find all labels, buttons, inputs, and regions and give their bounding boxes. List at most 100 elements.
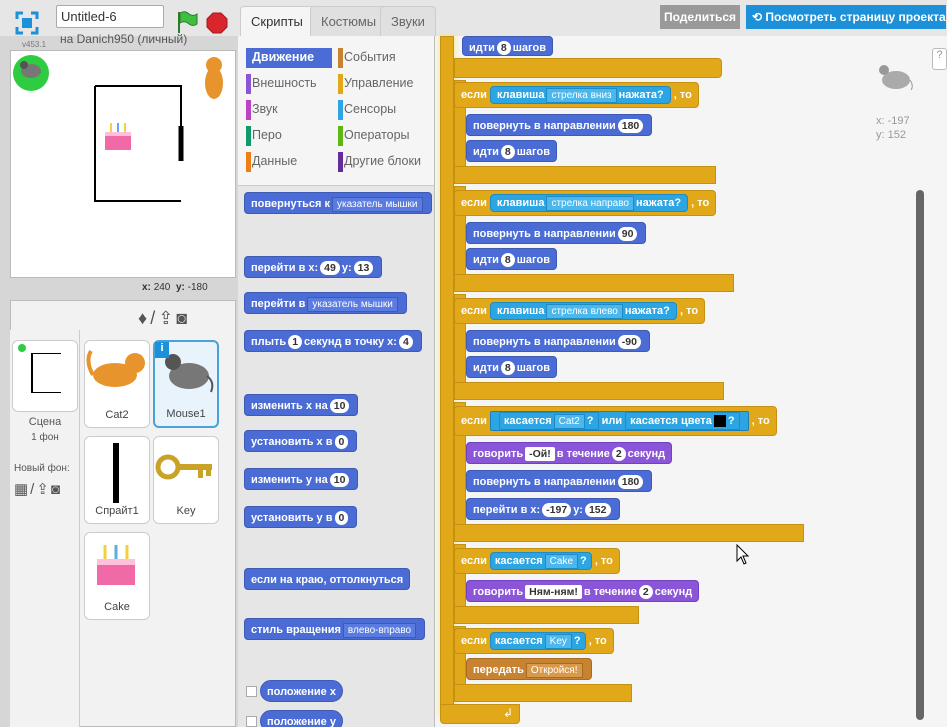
fullscreen-icon[interactable] [14,10,40,36]
input[interactable]: 8 [500,145,515,159]
stage[interactable] [10,50,236,278]
category-control[interactable]: Управление [338,74,428,94]
upload-icon[interactable]: ⇪ [158,308,176,328]
touching-cat2[interactable]: касается Cat2? [498,412,599,430]
script-stack[interactable]: идти 8 шагов если клавиша стрелка вниз нажат… [440,36,804,727]
input-text[interactable]: -Ой! [525,447,555,461]
category-data[interactable]: Данные [246,152,332,172]
input[interactable]: 10 [329,473,350,487]
dropdown[interactable]: указатель мышки [331,197,423,212]
palette-goto-xy[interactable]: перейти в x: 49 y: 13 [244,256,383,278]
if-touching-cat-or-color[interactable]: если касается Cat2? или касается цвета? ,… [454,406,777,436]
palette-turn-towards[interactable]: повернуться к указатель мышки [244,192,432,214]
dropdown[interactable]: стрелка влево [546,304,623,319]
tab-costumes[interactable]: Костюмы [310,6,388,36]
if-touching-cake[interactable]: если касается Cake? , то [454,548,620,574]
block-point-minus-90[interactable]: повернуть в направлении -90 [466,330,650,352]
view-project-page-button[interactable]: ⟲ Посмотреть страницу проекта [746,5,946,29]
input[interactable]: -90 [617,335,641,349]
help-icon[interactable]: ? [932,48,947,70]
stop-icon[interactable] [206,12,228,34]
tab-scripts[interactable]: Скрипты [240,6,314,36]
block-goto-xy[interactable]: перейти в x: -197 y: 152 [466,498,620,520]
block-move-8[interactable]: идти 8 шагов [466,140,557,162]
or-operator[interactable]: касается Cat2? или касается цвета? [489,411,749,431]
if-key-right[interactable]: если клавиша стрелка направо нажата? , то [454,190,717,216]
category-looks[interactable]: Внешность [246,74,332,94]
block-say-oi[interactable]: говорить -Ой! в течение 2 секунд [466,442,673,464]
if-touching-key[interactable]: если касается Key? , то [454,628,614,654]
input-secs[interactable]: 1 [288,335,303,349]
block-point-180-b[interactable]: повернуть в направлении 180 [466,470,653,492]
dropdown[interactable]: стрелка вниз [546,88,617,103]
project-title-input[interactable]: Untitled-6 [56,5,164,28]
input[interactable]: 180 [617,119,644,133]
sprite-1[interactable]: Спрайт1 [84,436,150,524]
palette-y-position[interactable]: положение y [260,710,343,727]
sprite-cat2[interactable]: Cat2 [84,340,150,428]
palette-change-y[interactable]: изменить у на 10 [244,468,359,490]
key-pressed-right[interactable]: клавиша стрелка направо нажата? [489,194,689,212]
palette-set-x[interactable]: установить х в0 [244,430,358,452]
palette-set-y[interactable]: установить у в0 [244,506,358,528]
input-x[interactable]: 49 [320,261,340,275]
choose-sprite-icon[interactable]: ♦ [138,308,150,328]
share-button[interactable]: Поделиться [660,5,740,29]
dropdown[interactable]: указатель мышки [307,297,398,312]
block-say-yum[interactable]: говорить Ням-ням! в течение 2 секунд [466,580,700,602]
scripts-scrollbar[interactable] [916,190,924,720]
checkbox-x-position[interactable] [246,686,257,697]
block-move-8[interactable]: идти 8 шагов [466,356,557,378]
info-icon[interactable]: i [155,342,169,358]
sprite-mouse1[interactable]: i Mouse1 [153,340,219,428]
camera-icon[interactable]: ◙ [176,308,190,328]
if-key-down[interactable]: если клавиша стрелка вниз нажата? , то [454,82,699,108]
category-sensing[interactable]: Сенсоры [338,100,428,120]
input[interactable]: 8 [500,253,515,267]
dropdown[interactable]: Cat2 [553,414,585,429]
block-move-top[interactable]: идти 8 шагов [462,36,553,56]
input[interactable]: 0 [334,435,349,449]
input[interactable]: 8 [496,41,511,55]
palette-glide[interactable]: плыть 1 секунд в точку x: 4 [244,330,422,352]
green-flag-icon[interactable] [176,10,198,34]
category-events[interactable]: События [338,48,428,68]
palette-bounce[interactable]: если на краю, оттолкнуться [244,568,411,590]
category-sound[interactable]: Звук [246,100,332,120]
block-point-180[interactable]: повернуть в направлении 180 [466,114,653,136]
palette-rotation-style[interactable]: стиль вращения влево-вправо [244,618,426,640]
checkbox-y-position[interactable] [246,716,257,727]
touching-cake[interactable]: касается Cake? [489,552,592,570]
category-operators[interactable]: Операторы [338,126,428,146]
block-point-90[interactable]: повернуть в направлении 90 [466,222,647,244]
input-x[interactable]: 4 [398,335,413,349]
input[interactable]: 2 [638,585,653,599]
palette-goto[interactable]: перейти в указатель мышки [244,292,407,314]
category-motion[interactable]: Движение [246,48,332,68]
input[interactable]: 10 [329,399,350,413]
input[interactable]: 0 [334,511,349,525]
category-pen[interactable]: Перо [246,126,332,146]
stage-thumbnail[interactable] [12,340,78,412]
palette-change-x[interactable]: изменить х на 10 [244,394,359,416]
touching-key[interactable]: касается Key? [489,632,586,650]
input[interactable]: 2 [611,447,626,461]
key-pressed-down[interactable]: клавиша стрелка вниз нажата? [489,86,671,104]
dropdown[interactable]: Key [544,634,572,649]
input[interactable]: 180 [617,475,644,489]
new-sprite-tools[interactable]: ♦/⇪◙ [138,308,190,329]
input-y[interactable]: 13 [353,261,374,275]
block-move-8[interactable]: идти 8 шагов [466,248,557,270]
sprite-cake[interactable]: Cake [84,532,150,620]
input[interactable]: 8 [500,361,515,375]
new-backdrop-tools[interactable]: ▦/⇪◙ [14,480,62,498]
touching-color[interactable]: касается цвета? [625,412,740,430]
tab-sounds[interactable]: Звуки [380,6,436,36]
if-key-left[interactable]: если клавиша стрелка влево нажата? , то [454,298,706,324]
key-pressed-left[interactable]: клавиша стрелка влево нажата? [489,302,677,320]
palette-x-position[interactable]: положение x [260,680,343,702]
input-x[interactable]: -197 [542,503,572,517]
dropdown[interactable]: Откройся! [525,663,583,678]
dropdown[interactable]: Cake [544,554,579,569]
color-swatch[interactable] [713,415,726,428]
